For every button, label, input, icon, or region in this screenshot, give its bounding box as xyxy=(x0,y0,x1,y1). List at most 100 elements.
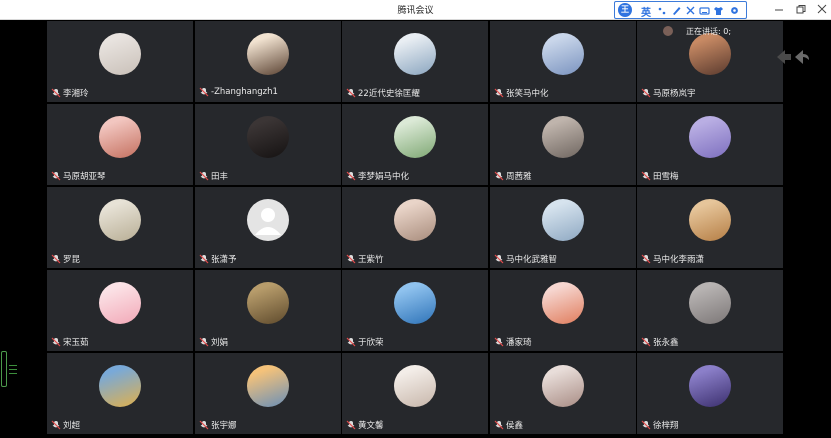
participant-name-label: 潘家琦 xyxy=(506,338,532,348)
participant-name: 周茜雅 xyxy=(494,170,532,182)
participant-name: 潘家琦 xyxy=(494,336,532,348)
participant-tile[interactable]: 侯鑫 xyxy=(490,353,636,434)
video-grid: 李湘玲 -Zhanghangzh1 22近代史徐匡耀 张笑马中化 马原杨岚宇 正在讲话: … xyxy=(46,21,784,438)
participant-tile[interactable]: 田丰 xyxy=(195,104,341,185)
default-person-avatar xyxy=(247,199,289,241)
participant-tile[interactable]: 王紫竹 xyxy=(342,187,488,268)
scissors-icon[interactable] xyxy=(685,5,696,16)
participant-name: 宋玉茹 xyxy=(51,336,89,348)
participant-tile[interactable]: 马原杨岚宇 正在讲话: 0; xyxy=(637,21,783,102)
punctuation-icon[interactable] xyxy=(657,5,668,16)
participant-name: 于欣荣 xyxy=(346,336,384,348)
participant-name-label: 罗昆 xyxy=(63,255,81,265)
participant-name: 22近代史徐匡耀 xyxy=(346,87,420,99)
skin-shirt-icon[interactable] xyxy=(713,5,724,16)
cartoon-fox-avatar xyxy=(542,282,584,324)
child-photo-avatar xyxy=(247,33,289,75)
participant-tile[interactable]: 于欣荣 xyxy=(342,270,488,351)
mic-muted-icon xyxy=(199,87,209,97)
ime-logo-icon[interactable]: 王 xyxy=(618,3,632,17)
participant-name-label: 黄文馨 xyxy=(358,421,384,431)
participant-name-label: 马中化李雨潇 xyxy=(653,255,705,265)
speaking-indicator: 正在讲话: 0; xyxy=(638,21,738,41)
participant-tile[interactable]: 周茜雅 xyxy=(490,104,636,185)
mic-muted-icon xyxy=(346,88,356,98)
participant-tile[interactable]: 刘娟 xyxy=(195,270,341,351)
participant-tile[interactable]: 张潇予 xyxy=(195,187,341,268)
participant-name-label: 田雪梅 xyxy=(653,172,679,182)
anime-boy-avatar xyxy=(394,365,436,407)
participant-name-label: 于欣荣 xyxy=(358,338,384,348)
participant-tile[interactable]: 黄文馨 xyxy=(342,353,488,434)
mic-muted-icon xyxy=(494,88,504,98)
participant-tile[interactable]: 李梦娟马中化 xyxy=(342,104,488,185)
mic-muted-icon xyxy=(51,337,61,347)
participant-name-label: 马中化武雅智 xyxy=(506,255,558,265)
arrow-left-icon[interactable] xyxy=(777,50,791,64)
participant-name-label: 马原杨岚宇 xyxy=(653,89,696,99)
minimize-icon[interactable] xyxy=(772,3,786,16)
mic-muted-icon xyxy=(494,337,504,347)
participant-tile[interactable]: 马中化武雅智 xyxy=(490,187,636,268)
back-arrow-icon[interactable] xyxy=(795,50,809,64)
mic-muted-icon xyxy=(641,171,651,181)
settings-gear-icon[interactable] xyxy=(729,5,740,16)
participant-name-label: 侯鑫 xyxy=(506,421,524,431)
participant-name: 张笑马中化 xyxy=(494,87,549,99)
participant-tile[interactable]: 宋玉茹 xyxy=(47,270,193,351)
mic-muted-icon xyxy=(199,420,209,430)
participant-name-label: 徐梓翔 xyxy=(653,421,679,431)
participant-tile[interactable]: 张宇娜 xyxy=(195,353,341,434)
green-leaves-avatar xyxy=(394,116,436,158)
participant-name: 田雪梅 xyxy=(641,170,679,182)
participant-name: 马中化武雅智 xyxy=(494,253,557,265)
participant-name-label: 周茜雅 xyxy=(506,172,532,182)
participant-name-label: 张宇娜 xyxy=(211,421,237,431)
participant-name: 刘超 xyxy=(51,419,80,431)
participant-name-label: 张潇予 xyxy=(211,255,237,265)
participant-tile[interactable]: 潘家琦 xyxy=(490,270,636,351)
keyboard-icon[interactable] xyxy=(699,5,710,16)
participant-name: 张潇予 xyxy=(199,253,237,265)
participant-name: 马原杨岚宇 xyxy=(641,87,696,99)
sky-cloud-avatar xyxy=(394,33,436,75)
mic-muted-icon xyxy=(641,88,651,98)
left-sidebar xyxy=(0,21,46,438)
participant-tile[interactable]: 张永鑫 xyxy=(637,270,783,351)
participant-name-label: 22近代史徐匡耀 xyxy=(358,89,420,99)
participant-tile[interactable]: -Zhanghangzh1 xyxy=(195,21,341,102)
floating-nav-buttons[interactable] xyxy=(773,45,813,67)
mic-muted-icon xyxy=(641,420,651,430)
participant-tile[interactable]: 张笑马中化 xyxy=(490,21,636,102)
participant-name-label: 张笑马中化 xyxy=(506,89,549,99)
participant-tile[interactable]: 田雪梅 xyxy=(637,104,783,185)
gray-cat-avatar xyxy=(542,116,584,158)
ime-mode-toggle[interactable]: 英 xyxy=(641,4,651,19)
participant-tile[interactable]: 22近代史徐匡耀 xyxy=(342,21,488,102)
ime-toolbar[interactable]: 王 英 xyxy=(614,1,747,19)
participant-tile[interactable]: 徐梓翔 xyxy=(637,353,783,434)
side-panel-handle[interactable] xyxy=(1,351,17,387)
mic-muted-icon xyxy=(51,420,61,430)
participant-name: 黄文馨 xyxy=(346,419,384,431)
mic-muted-icon xyxy=(51,171,61,181)
mic-muted-icon xyxy=(346,337,356,347)
participant-tile[interactable]: 马中化李雨潇 xyxy=(637,187,783,268)
purple-moon-avatar xyxy=(689,365,731,407)
restore-icon[interactable] xyxy=(794,3,808,16)
close-icon[interactable] xyxy=(815,3,829,16)
pink-cartoon-avatar xyxy=(99,282,141,324)
participant-tile[interactable]: 李湘玲 xyxy=(47,21,193,102)
mic-muted-icon xyxy=(51,88,61,98)
participant-name: 马原胡亚琴 xyxy=(51,170,106,182)
participant-tile[interactable]: 马原胡亚琴 xyxy=(47,104,193,185)
pen-icon[interactable] xyxy=(671,5,682,16)
participant-tile[interactable]: 罗昆 xyxy=(47,187,193,268)
night-scene-avatar xyxy=(247,116,289,158)
participant-tile[interactable]: 刘超 xyxy=(47,353,193,434)
flower-girl-avatar xyxy=(542,33,584,75)
shiba-dog-avatar xyxy=(689,199,731,241)
mic-muted-icon xyxy=(199,171,209,181)
mic-muted-icon xyxy=(51,254,61,264)
participant-name: 徐梓翔 xyxy=(641,419,679,431)
